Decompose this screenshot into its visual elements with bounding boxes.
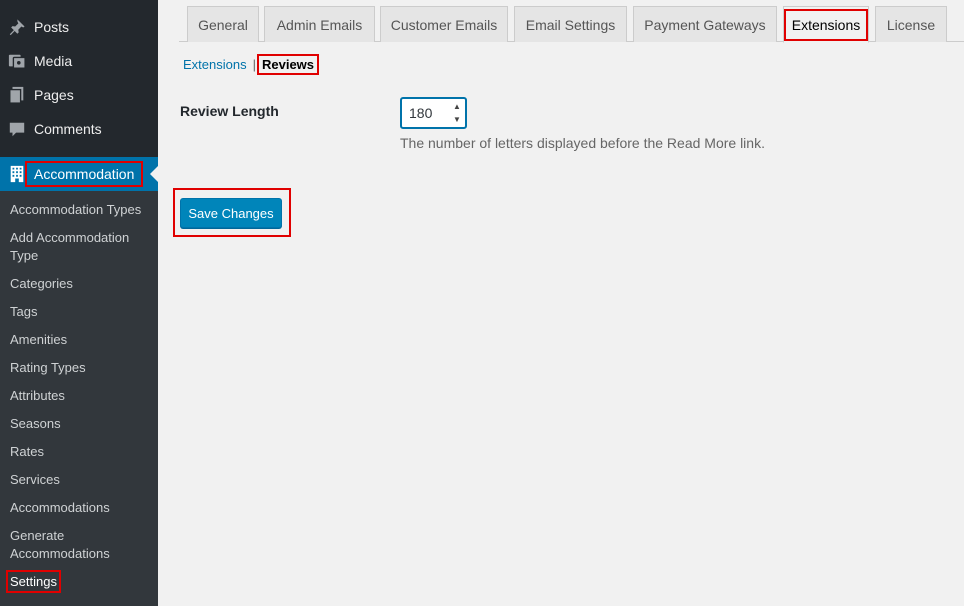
tab-license[interactable]: License	[875, 6, 947, 42]
review-length-input[interactable]	[402, 99, 450, 127]
submenu-item-rates[interactable]: Rates	[0, 438, 158, 466]
tab-label: License	[886, 16, 936, 33]
menu-item-label: Pages	[34, 87, 74, 103]
tab-general[interactable]: General	[187, 6, 259, 42]
tab-label: Payment Gateways	[644, 16, 766, 33]
tab-payment-gateways[interactable]: Payment Gateways	[633, 6, 777, 42]
menu-item-media[interactable]: Media	[0, 44, 158, 78]
submenu-item-generate-accommodations[interactable]: Generate Accommodations	[0, 522, 158, 568]
review-length-label: Review Length	[180, 103, 279, 119]
sub-navigation: Extensions | Reviews	[183, 53, 320, 75]
spinner-up-icon[interactable]: ▲	[451, 101, 463, 112]
comments-icon	[0, 120, 34, 138]
menu-item-pages[interactable]: Pages	[0, 78, 158, 112]
pages-icon	[0, 86, 34, 104]
save-changes-button[interactable]: Save Changes	[180, 198, 282, 228]
submenu-item-rating-types[interactable]: Rating Types	[0, 354, 158, 382]
subnav-reviews-current[interactable]: Reviews	[256, 53, 320, 75]
media-icon	[0, 52, 34, 70]
submenu-item-services[interactable]: Services	[0, 466, 158, 494]
submenu-item-amenities[interactable]: Amenities	[0, 326, 158, 354]
tab-label: Admin Emails	[276, 16, 363, 33]
menu-item-label: Comments	[34, 121, 102, 137]
menu-item-label: Media	[34, 53, 73, 69]
tab-label: Email Settings	[525, 16, 616, 33]
submenu-item-accommodation-types[interactable]: Accommodation Types	[0, 196, 158, 224]
spinner-down-icon[interactable]: ▼	[451, 114, 463, 125]
submenu-item-settings[interactable]: Settings	[0, 568, 158, 596]
settings-tabs: General Admin Emails Customer Emails Ema…	[179, 6, 964, 43]
submenu-item-attributes[interactable]: Attributes	[0, 382, 158, 410]
review-length-field: ▲ ▼	[400, 97, 467, 129]
tab-customer-emails[interactable]: Customer Emails	[380, 6, 508, 42]
tab-label: Customer Emails	[390, 16, 498, 33]
review-length-description: The number of letters displayed before t…	[400, 135, 765, 151]
menu-item-accommodation[interactable]: Accommodation	[0, 157, 158, 191]
pin-icon	[0, 18, 34, 36]
menu-item-label: Posts	[34, 19, 70, 35]
admin-sidebar: Posts Media Pages Comments Accommodation…	[0, 0, 158, 606]
submenu-item-tags[interactable]: Tags	[0, 298, 158, 326]
submenu-item-seasons[interactable]: Seasons	[0, 410, 158, 438]
tab-label: General	[198, 16, 248, 33]
accommodation-submenu: Accommodation Types Add Accommodation Ty…	[0, 191, 158, 606]
subnav-separator: |	[252, 56, 256, 72]
menu-item-posts[interactable]: Posts	[0, 10, 158, 44]
submenu-item-categories[interactable]: Categories	[0, 270, 158, 298]
number-spinner: ▲ ▼	[451, 101, 463, 125]
tab-label: Extensions	[783, 8, 869, 41]
tab-extensions[interactable]: Extensions	[783, 6, 869, 43]
tab-email-settings[interactable]: Email Settings	[514, 6, 627, 42]
menu-item-comments[interactable]: Comments	[0, 112, 158, 146]
tab-admin-emails[interactable]: Admin Emails	[264, 6, 375, 42]
submenu-item-accommodations[interactable]: Accommodations	[0, 494, 158, 522]
menu-item-label: Accommodation	[24, 161, 144, 187]
submenu-item-add-accommodation-type[interactable]: Add Accommodation Type	[0, 224, 158, 270]
subnav-extensions-link[interactable]: Extensions	[183, 57, 247, 72]
submenu-item-settings-label: Settings	[6, 570, 61, 593]
